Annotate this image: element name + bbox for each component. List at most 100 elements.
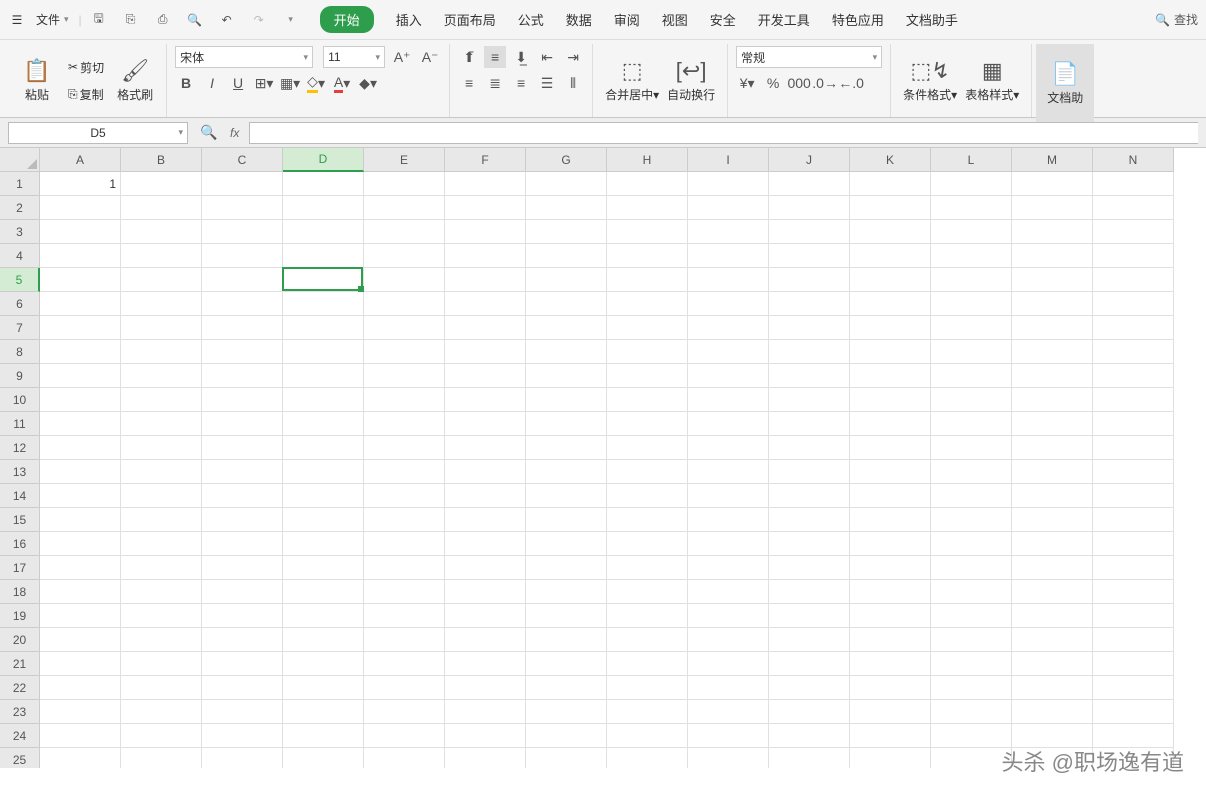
cell[interactable] [688, 268, 769, 292]
cell[interactable] [283, 172, 364, 196]
cell[interactable] [445, 628, 526, 652]
conditional-format-button[interactable]: ⬚↯ 条件格式▾ [899, 49, 961, 113]
cell[interactable] [688, 652, 769, 676]
cell[interactable] [121, 604, 202, 628]
cell[interactable] [769, 748, 850, 768]
row-header-25[interactable]: 25 [0, 748, 40, 768]
row-header-2[interactable]: 2 [0, 196, 40, 220]
cell[interactable] [931, 268, 1012, 292]
col-header-N[interactable]: N [1093, 148, 1174, 172]
cell[interactable] [283, 364, 364, 388]
cell[interactable] [769, 628, 850, 652]
cell[interactable] [121, 484, 202, 508]
cell[interactable] [688, 364, 769, 388]
tab-review[interactable]: 审阅 [614, 10, 640, 29]
cell[interactable] [526, 604, 607, 628]
cell[interactable] [607, 628, 688, 652]
tab-insert[interactable]: 插入 [396, 10, 422, 29]
zoom-icon[interactable]: 🔍 [198, 122, 220, 144]
cell[interactable] [40, 412, 121, 436]
cell[interactable] [931, 460, 1012, 484]
row-header-4[interactable]: 4 [0, 244, 40, 268]
row-header-23[interactable]: 23 [0, 700, 40, 724]
cell[interactable] [607, 580, 688, 604]
table-style-button[interactable]: ▦ 表格样式▾ [961, 49, 1023, 113]
cell[interactable] [40, 580, 121, 604]
cell[interactable] [1012, 364, 1093, 388]
cell[interactable] [40, 676, 121, 700]
cell[interactable] [445, 172, 526, 196]
cell[interactable] [931, 388, 1012, 412]
select-all-corner[interactable] [0, 148, 40, 172]
cell[interactable] [1012, 388, 1093, 412]
cell[interactable] [364, 604, 445, 628]
cell[interactable] [1093, 316, 1174, 340]
qat-more-icon[interactable]: ▾ [282, 14, 300, 25]
cell[interactable] [364, 532, 445, 556]
cell[interactable] [202, 364, 283, 388]
cell[interactable] [445, 556, 526, 580]
cell[interactable] [1093, 268, 1174, 292]
cell[interactable] [850, 748, 931, 768]
cell[interactable] [607, 316, 688, 340]
cell[interactable] [850, 388, 931, 412]
cell[interactable] [769, 220, 850, 244]
cell[interactable] [121, 508, 202, 532]
cell[interactable] [202, 220, 283, 244]
cell[interactable] [688, 436, 769, 460]
cell[interactable] [283, 412, 364, 436]
cell[interactable] [850, 532, 931, 556]
cell[interactable] [688, 508, 769, 532]
cell[interactable] [202, 244, 283, 268]
row-header-10[interactable]: 10 [0, 388, 40, 412]
cell[interactable] [1093, 676, 1174, 700]
row-header-21[interactable]: 21 [0, 652, 40, 676]
cell[interactable] [931, 580, 1012, 604]
align-right-icon[interactable]: ≡ [510, 72, 532, 94]
cell[interactable] [121, 412, 202, 436]
row-header-6[interactable]: 6 [0, 292, 40, 316]
tab-view[interactable]: 视图 [662, 10, 688, 29]
cell[interactable] [445, 604, 526, 628]
cell[interactable] [364, 172, 445, 196]
col-header-B[interactable]: B [121, 148, 202, 172]
cell[interactable] [121, 460, 202, 484]
cell[interactable] [607, 460, 688, 484]
italic-button[interactable]: I [201, 72, 223, 94]
row-header-7[interactable]: 7 [0, 316, 40, 340]
cell[interactable] [202, 700, 283, 724]
cell[interactable] [1012, 700, 1093, 724]
cell[interactable] [931, 316, 1012, 340]
cell[interactable] [931, 604, 1012, 628]
cell[interactable] [850, 556, 931, 580]
cell[interactable] [121, 292, 202, 316]
cell[interactable] [931, 220, 1012, 244]
col-header-C[interactable]: C [202, 148, 283, 172]
cell[interactable] [607, 388, 688, 412]
cell[interactable] [1093, 508, 1174, 532]
cell[interactable] [526, 484, 607, 508]
cell[interactable] [202, 412, 283, 436]
save-icon[interactable]: 🖫 [90, 9, 108, 30]
undo-icon[interactable]: ↶ [218, 13, 236, 27]
cell[interactable] [121, 724, 202, 748]
row-header-9[interactable]: 9 [0, 364, 40, 388]
copy-button[interactable]: ⎘复制 [66, 84, 106, 105]
cell[interactable] [202, 460, 283, 484]
cell[interactable] [202, 388, 283, 412]
cell[interactable] [40, 532, 121, 556]
cell[interactable] [688, 700, 769, 724]
doc-assist-button[interactable]: 📄 文档助 [1036, 44, 1094, 122]
cell[interactable] [769, 460, 850, 484]
cell[interactable] [688, 244, 769, 268]
row-header-5[interactable]: 5 [0, 268, 40, 292]
cell[interactable] [526, 676, 607, 700]
file-menu[interactable]: 文件 ▾ [36, 11, 69, 28]
cell[interactable] [283, 460, 364, 484]
cell[interactable] [769, 652, 850, 676]
cell[interactable] [445, 244, 526, 268]
cell[interactable] [445, 700, 526, 724]
cell[interactable] [283, 196, 364, 220]
merge-center-button[interactable]: ⬚ 合并居中▾ [601, 49, 663, 113]
cell[interactable] [283, 316, 364, 340]
